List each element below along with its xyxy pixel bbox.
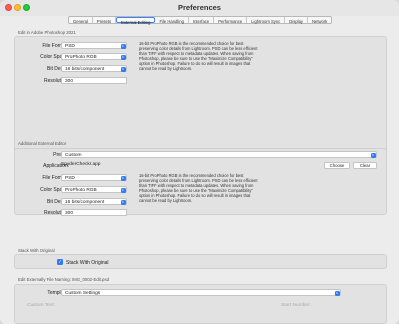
preset-value: Custom <box>65 152 82 158</box>
ae-color-space-value: ProPhoto RGB <box>65 187 97 193</box>
preferences-tabs: General Presets External Editing File Ha… <box>68 16 333 25</box>
chevron-updown-icon: ⇕ <box>120 54 126 60</box>
application-value: SpyderCheckr.app <box>61 162 101 167</box>
tab-display[interactable]: Display <box>285 17 309 24</box>
template-value: Custom Settings <box>65 290 101 296</box>
ps-color-space-select[interactable]: ProPhoto RGB ⇕ <box>61 53 127 60</box>
title-bar: Preferences <box>0 0 399 16</box>
ae-resolution-input[interactable]: 300 <box>61 209 127 216</box>
ae-file-format-select[interactable]: PSD ⇕ <box>61 174 127 181</box>
template-select[interactable]: Custom Settings ⇕ <box>61 289 341 296</box>
template-label: Template: <box>47 290 69 296</box>
tab-external-editing[interactable]: External Editing <box>116 17 156 25</box>
tab-general[interactable]: General <box>69 17 93 24</box>
tab-interface[interactable]: Interface <box>189 17 215 24</box>
naming-section-label: Edit Externally File Naming: IMG_0002-Ed… <box>18 277 109 282</box>
photoshop-panel: File Format: PSD ⇕ Color Space: ProPhoto… <box>14 36 387 159</box>
stack-checkbox-label: Stack With Original <box>66 260 109 266</box>
chevron-updown-icon: ⇕ <box>334 290 340 296</box>
additional-editor-panel: Preset: Custom ⇕ Application: SpyderChec… <box>14 148 387 216</box>
ps-file-format-label: File Format: <box>42 43 69 49</box>
ps-resolution-input[interactable]: 300 <box>61 77 127 84</box>
chevron-updown-icon: ⇕ <box>120 175 126 181</box>
stack-checkbox[interactable]: ✓ <box>57 259 63 265</box>
ae-color-space-label: Color Space: <box>40 187 69 193</box>
chevron-updown-icon: ⇕ <box>120 66 126 72</box>
ps-resolution-label: Resolution: <box>43 78 69 84</box>
ae-bit-depth-select[interactable]: 16 bits/component ⇕ <box>61 198 127 205</box>
preset-label: Preset: <box>9 152 69 158</box>
tab-presets[interactable]: Presets <box>93 17 117 24</box>
additional-section-label: Additional External Editor <box>18 141 67 146</box>
custom-text-label: Custom Text: <box>27 303 55 308</box>
ps-color-space-label: Color Space: <box>40 54 69 60</box>
ps-bit-depth-select[interactable]: 16 bits/component ⇕ <box>61 65 127 72</box>
photoshop-section-label: Edit in Adobe Photoshop 2021 <box>18 30 76 35</box>
choose-button[interactable]: Choose <box>324 162 350 169</box>
application-label: Application: <box>43 163 69 169</box>
preferences-window: Preferences General Presets External Edi… <box>0 0 399 324</box>
start-number-label: Start Number: <box>281 303 311 308</box>
tab-file-handling[interactable]: File Handling <box>155 17 189 24</box>
ae-bit-depth-value: 16 bits/component <box>65 199 105 205</box>
ps-file-format-value: PSD <box>65 43 75 49</box>
ps-bit-depth-value: 16 bits/component <box>65 66 105 72</box>
ae-resolution-label: Resolution: <box>43 210 69 216</box>
ae-file-format-value: PSD <box>65 175 75 181</box>
chevron-updown-icon: ⇕ <box>120 187 126 193</box>
tab-lightroom-sync[interactable]: Lightroom Sync <box>247 17 286 24</box>
naming-panel: Template: Custom Settings ⇕ Custom Text:… <box>14 284 387 324</box>
ae-recommendation-note: 16-bit ProPhoto RGB is the recommended c… <box>139 173 258 203</box>
chevron-updown-icon: ⇕ <box>120 199 126 205</box>
preset-select[interactable]: Custom ⇕ <box>61 151 377 158</box>
window-title: Preferences <box>178 3 221 12</box>
stack-section-label: Stack With Original <box>18 248 55 253</box>
tab-performance[interactable]: Performance <box>214 17 248 24</box>
ae-file-format-label: File Format: <box>42 175 69 181</box>
ps-file-format-select[interactable]: PSD ⇕ <box>61 42 127 49</box>
ae-color-space-select[interactable]: ProPhoto RGB ⇕ <box>61 186 127 193</box>
chevron-updown-icon: ⇕ <box>120 43 126 49</box>
clear-button[interactable]: Clear <box>353 162 377 169</box>
ps-recommendation-note: 16-bit ProPhoto RGB is the recommended c… <box>139 41 258 71</box>
checkmark-icon: ✓ <box>58 259 62 264</box>
tab-network[interactable]: Network <box>308 17 331 24</box>
ae-bit-depth-label: Bit Depth: <box>47 199 69 205</box>
ps-color-space-value: ProPhoto RGB <box>65 54 97 60</box>
stack-panel: ✓ Stack With Original <box>14 254 387 269</box>
ps-bit-depth-label: Bit Depth: <box>47 66 69 72</box>
chevron-updown-icon: ⇕ <box>370 152 376 158</box>
